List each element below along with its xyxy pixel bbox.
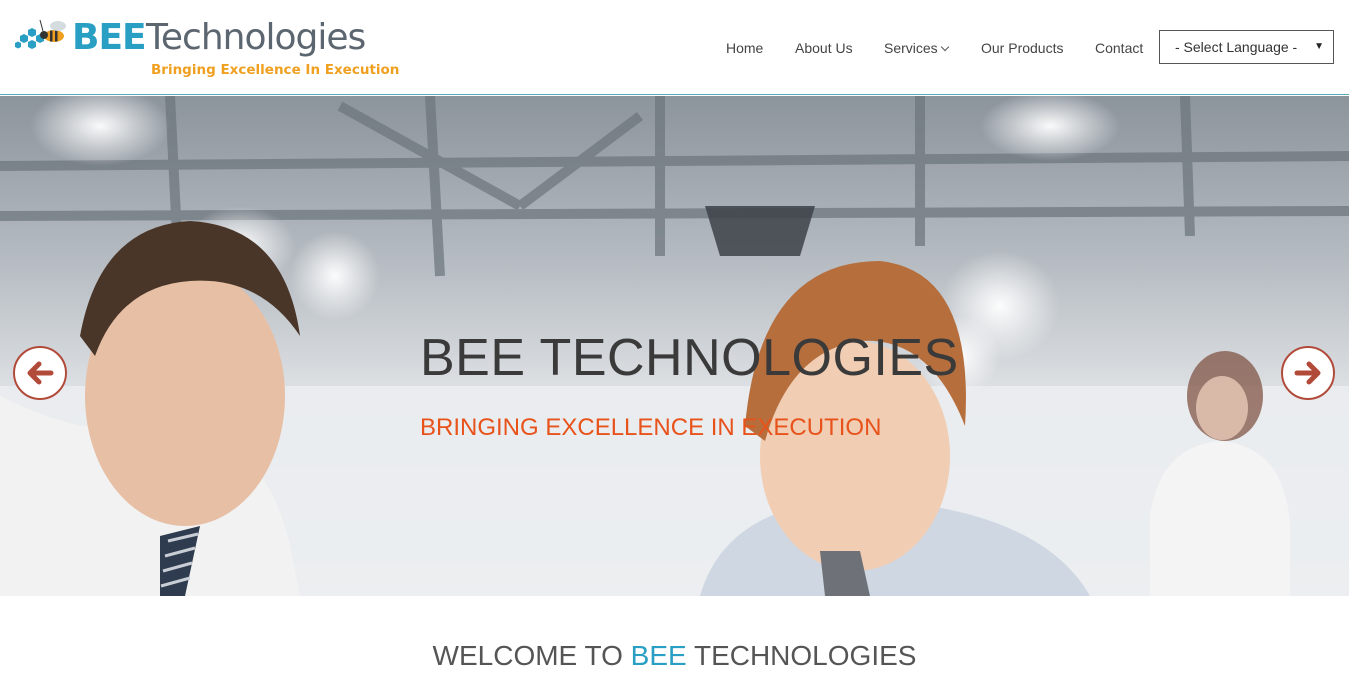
logo-brand-technologies: Technologies: [146, 17, 366, 58]
site-header: BEE Technologies Bringing Excellence In …: [0, 0, 1349, 95]
arrow-left-icon: [27, 361, 54, 385]
bee-hexagon-icon: [15, 19, 66, 49]
arrow-right-icon: [1294, 361, 1321, 385]
nav-home[interactable]: Home: [726, 40, 763, 56]
nav-contact[interactable]: Contact: [1095, 40, 1143, 56]
logo-tagline: Bringing Excellence In Execution: [151, 62, 400, 78]
hero-title: BEE TECHNOLOGIES: [420, 329, 959, 387]
nav-about-us[interactable]: About Us: [795, 40, 853, 56]
chevron-down-icon: [940, 42, 949, 52]
hero-slider: BEE TECHNOLOGIES BRINGING EXCELLENCE IN …: [0, 96, 1349, 596]
welcome-accent: BEE: [630, 640, 687, 671]
welcome-heading: WELCOME TO BEE TECHNOLOGIES: [0, 640, 1349, 672]
nav-services[interactable]: Services: [884, 40, 949, 56]
brand-logo[interactable]: BEE Technologies Bringing Excellence In …: [14, 14, 399, 84]
dropdown-arrow-icon: ▼: [1314, 41, 1324, 52]
slider-next-button[interactable]: [1281, 346, 1335, 400]
logo-brand-bee: BEE: [72, 17, 147, 58]
welcome-prefix: WELCOME TO: [432, 640, 631, 671]
nav-services-label: Services: [884, 40, 938, 56]
language-select-value: - Select Language -: [1175, 39, 1298, 55]
nav-our-products[interactable]: Our Products: [981, 40, 1063, 56]
welcome-suffix: TECHNOLOGIES: [686, 640, 917, 671]
slider-prev-button[interactable]: [13, 346, 67, 400]
hero-subtitle: BRINGING EXCELLENCE IN EXECUTION: [420, 414, 882, 441]
language-select[interactable]: - Select Language - ▼: [1159, 30, 1334, 64]
